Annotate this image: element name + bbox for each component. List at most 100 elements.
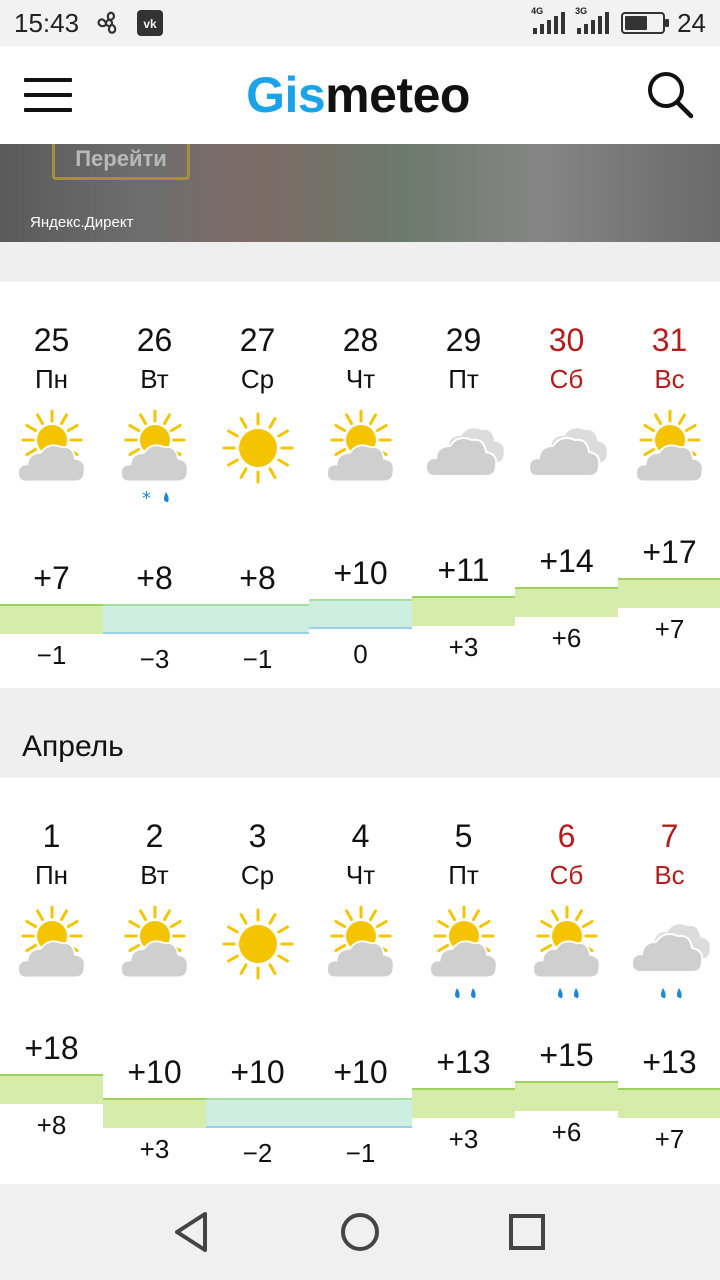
home-icon[interactable] (336, 1208, 384, 1256)
search-icon[interactable] (644, 69, 696, 121)
forecast-week-card: 1 Пн +18 +8 2 Вт +10 +3 3 Ср +10 −2 4 Чт +1… (0, 778, 720, 1184)
month-heading: Апрель (22, 730, 124, 763)
status-bar: 15:43 vk 4G 3G 24 (0, 0, 720, 46)
temperature-bar (0, 604, 103, 634)
day-number: 25 (33, 322, 70, 358)
temp-min: +6 (551, 623, 582, 653)
back-icon[interactable] (169, 1208, 217, 1256)
precip-icon (103, 984, 206, 1002)
precip-icon (309, 984, 412, 1002)
precip-icon (206, 984, 309, 1002)
temperature-bar (0, 1074, 103, 1104)
temp-min: −1 (345, 1138, 376, 1168)
temp-max: +15 (539, 1037, 594, 1073)
day-number: 5 (454, 818, 473, 854)
temperature-bar (618, 1088, 720, 1118)
precip-icon (515, 488, 618, 506)
cloud-icon (527, 410, 609, 486)
temperature-bar (412, 596, 515, 626)
battery-percent: 24 (677, 7, 706, 38)
temperature-bar (515, 587, 618, 617)
svg-text:vk: vk (143, 17, 157, 31)
menu-icon[interactable] (24, 78, 72, 112)
temp-max: +18 (24, 1030, 79, 1066)
ad-banner[interactable]: Перейти Яндекс.Директ (0, 144, 720, 242)
precip-icon (618, 984, 720, 1002)
sun-cloud-icon (117, 905, 193, 982)
precip-icon (412, 488, 515, 506)
temperature-bar (309, 1098, 412, 1128)
ad-label: Яндекс.Директ (30, 214, 134, 231)
day-of-week: Вс (654, 860, 685, 890)
recents-icon[interactable] (503, 1208, 551, 1256)
sun-icon (220, 906, 296, 982)
temperature-bar (206, 604, 309, 634)
temp-max: +11 (437, 552, 490, 588)
temp-max: +10 (127, 1054, 182, 1090)
day-number: 28 (342, 322, 379, 358)
sun-cloud-icon (426, 905, 502, 982)
day-of-week: Вт (140, 860, 169, 890)
temperature-bar (309, 599, 412, 629)
temp-max: +13 (642, 1044, 697, 1080)
svg-text:*: * (142, 488, 151, 508)
day-number: 3 (248, 818, 267, 854)
forecast-week-card: 25 Пн +7 −1 26 Вт * +8 −3 27 Ср +8 −1 28 Чт… (0, 282, 720, 688)
temperature-bar (206, 1098, 309, 1128)
sun-cloud-icon (632, 409, 708, 486)
temp-min: 0 (353, 639, 368, 669)
day-column[interactable]: 29 Пт (412, 282, 515, 688)
temp-min: −1 (242, 644, 273, 674)
temp-max: +7 (33, 560, 70, 596)
day-number: 1 (42, 818, 61, 854)
sun-cloud-icon (14, 409, 90, 486)
sun-cloud-icon (323, 905, 399, 982)
temp-min: +6 (551, 1117, 582, 1147)
signal-4g-icon: 4G (531, 6, 566, 34)
temperature-bar (515, 1081, 618, 1111)
logo-part-gis: Gis (246, 67, 326, 123)
day-of-week: Сб (549, 364, 584, 394)
signal-3g-icon: 3G (575, 6, 610, 34)
temp-min: +8 (36, 1110, 67, 1140)
system-nav-bar (0, 1184, 720, 1280)
temp-max: +13 (436, 1044, 491, 1080)
battery-icon (621, 12, 670, 34)
temp-min: +7 (654, 614, 685, 644)
clock: 15:43 (14, 7, 80, 38)
precip-icon (412, 984, 515, 1002)
net-type-2: 3G (575, 6, 588, 16)
day-of-week: Ср (240, 860, 275, 890)
day-of-week: Сб (549, 860, 584, 890)
sun-cloud-icon (529, 905, 605, 982)
day-of-week: Пн (34, 860, 69, 890)
logo-part-meteo: meteo (325, 67, 470, 123)
precip-icon: * (103, 488, 206, 509)
day-of-week: Чт (345, 860, 376, 890)
logo[interactable]: Gismeteo (246, 66, 470, 124)
temp-max: +10 (333, 555, 388, 591)
cloud-icon (630, 906, 712, 982)
sun-cloud-icon (117, 409, 193, 486)
precip-icon (309, 488, 412, 506)
temp-max: +10 (230, 1054, 285, 1090)
temp-min: +3 (448, 1124, 479, 1154)
fan-icon (95, 9, 123, 37)
day-of-week: Ср (240, 364, 275, 394)
ad-go-button[interactable]: Перейти (52, 144, 190, 180)
net-type-1: 4G (531, 6, 544, 16)
day-number: 2 (145, 818, 164, 854)
precip-icon (515, 984, 618, 1002)
vk-icon: vk (137, 10, 164, 36)
day-of-week: Вт (140, 364, 169, 394)
temperature-bar (618, 578, 720, 608)
day-of-week: Пт (448, 860, 479, 890)
day-number: 31 (651, 322, 688, 358)
temp-min: −3 (139, 644, 170, 674)
day-of-week: Пн (34, 364, 69, 394)
sun-cloud-icon (323, 409, 399, 486)
temp-max: +10 (333, 1054, 388, 1090)
precip-icon (0, 488, 103, 506)
temp-max: +14 (539, 543, 594, 579)
temp-min: −1 (36, 640, 67, 670)
